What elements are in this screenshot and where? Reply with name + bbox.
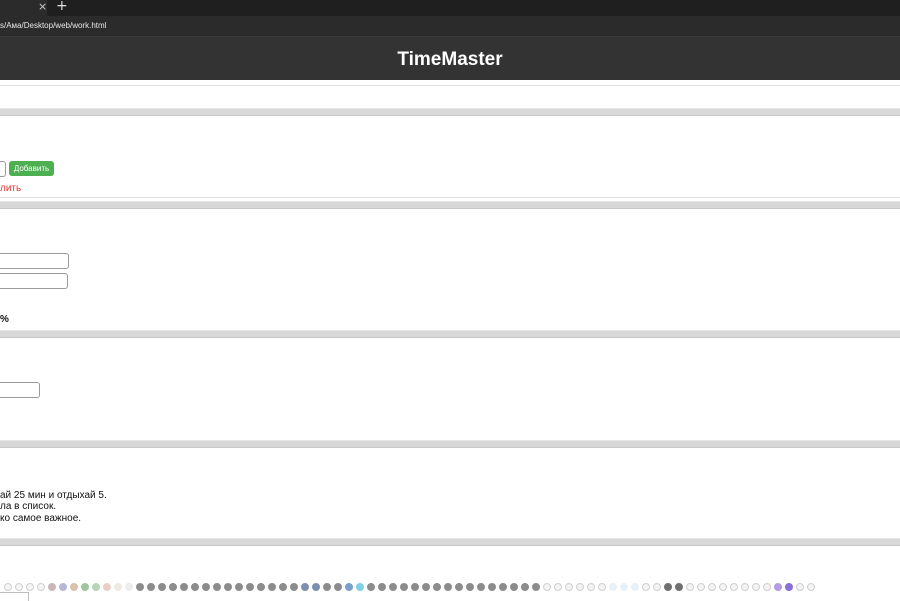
footer-dot	[224, 583, 232, 591]
footer-dot	[202, 583, 210, 591]
footer-dot	[92, 583, 100, 591]
task-input[interactable]	[0, 161, 6, 177]
footer-dot	[631, 583, 639, 591]
new-tab-icon[interactable]: +	[56, 0, 68, 13]
footer-dot	[752, 583, 760, 591]
address-text[interactable]: s/Ама/Desktop/web/work.html	[0, 19, 106, 33]
footer-dot	[433, 583, 441, 591]
footer-dot	[180, 583, 188, 591]
footer-dot	[587, 583, 595, 591]
footer-dot	[367, 583, 375, 591]
section-separator	[0, 440, 900, 448]
footer-dot	[279, 583, 287, 591]
footer-dot	[774, 583, 782, 591]
footer-dot	[708, 583, 716, 591]
end-time-field[interactable]	[0, 273, 68, 289]
footer-dot	[268, 583, 276, 591]
footer-dot	[345, 583, 353, 591]
footer-dots	[0, 583, 900, 593]
progress-percent: %	[0, 314, 9, 325]
tip-line-important: ко самое важное.	[0, 513, 82, 524]
footer-dot	[499, 583, 507, 591]
footer-dot	[422, 583, 430, 591]
footer-dot	[609, 583, 617, 591]
footer-dot	[213, 583, 221, 591]
footer-dot	[411, 583, 419, 591]
footer-dot	[356, 583, 364, 591]
footer-dot	[290, 583, 298, 591]
footer-dot	[785, 583, 793, 591]
footer-dot	[125, 583, 133, 591]
footer-dot	[114, 583, 122, 591]
footer-dot	[301, 583, 309, 591]
footer-dot	[103, 583, 111, 591]
page-title: TimeMaster	[397, 49, 503, 70]
footer-dot	[389, 583, 397, 591]
footer-dot	[642, 583, 650, 591]
footer-dot	[532, 583, 540, 591]
section-separator	[0, 538, 900, 546]
footer-dot	[37, 583, 45, 591]
footer-dot	[466, 583, 474, 591]
footer-dot	[334, 583, 342, 591]
footer-dot	[741, 583, 749, 591]
footer-dot	[664, 583, 672, 591]
footer-dot	[807, 583, 815, 591]
section-separator	[0, 330, 900, 338]
section-divider	[0, 85, 900, 86]
footer-dot	[697, 583, 705, 591]
footer-dot	[147, 583, 155, 591]
footer-dot	[378, 583, 386, 591]
footer-dot	[554, 583, 562, 591]
footer-dot	[81, 583, 89, 591]
footer-dot	[158, 583, 166, 591]
footer-dot	[488, 583, 496, 591]
section-divider	[0, 197, 900, 198]
footer-dot	[59, 583, 67, 591]
footer-dot	[510, 583, 518, 591]
footer-dot	[312, 583, 320, 591]
address-bar[interactable]: s/Ама/Desktop/web/work.html	[0, 16, 900, 37]
tip-line-list: ла в список.	[0, 501, 57, 512]
footer-dot	[543, 583, 551, 591]
footer-dot	[763, 583, 771, 591]
footer-dot	[565, 583, 573, 591]
footer-dot	[455, 583, 463, 591]
footer-dot	[796, 583, 804, 591]
footer-dot	[235, 583, 243, 591]
footer-dot	[444, 583, 452, 591]
timer-minutes-field[interactable]	[0, 382, 40, 398]
footer-dot	[191, 583, 199, 591]
section-separator	[0, 201, 900, 209]
delete-link[interactable]: лить	[0, 183, 21, 195]
browser-tab-bar: × +	[0, 0, 900, 16]
footer-dot	[26, 583, 34, 591]
footer-dot	[719, 583, 727, 591]
footer-dot	[48, 583, 56, 591]
footer-dot	[686, 583, 694, 591]
footer-dot	[323, 583, 331, 591]
footer-dot	[136, 583, 144, 591]
footer-dot	[257, 583, 265, 591]
footer-dot	[521, 583, 529, 591]
section-separator	[0, 108, 900, 116]
add-task-button[interactable]: Добавить	[9, 161, 54, 176]
close-icon[interactable]: ×	[38, 0, 48, 14]
footer-dot	[598, 583, 606, 591]
footer-dot	[400, 583, 408, 591]
footer-dot	[70, 583, 78, 591]
start-time-field[interactable]	[0, 253, 69, 269]
footer-dot	[730, 583, 738, 591]
footer-dot	[477, 583, 485, 591]
footer-dot	[620, 583, 628, 591]
footer-dot	[675, 583, 683, 591]
footer-dot	[576, 583, 584, 591]
footer-dot	[653, 583, 661, 591]
footer-dot	[15, 583, 23, 591]
footer-dot	[4, 583, 12, 591]
footer-dot	[246, 583, 254, 591]
footer-dot	[169, 583, 177, 591]
app-header: TimeMaster	[0, 37, 900, 80]
browser-tab[interactable]: ×	[0, 0, 47, 16]
